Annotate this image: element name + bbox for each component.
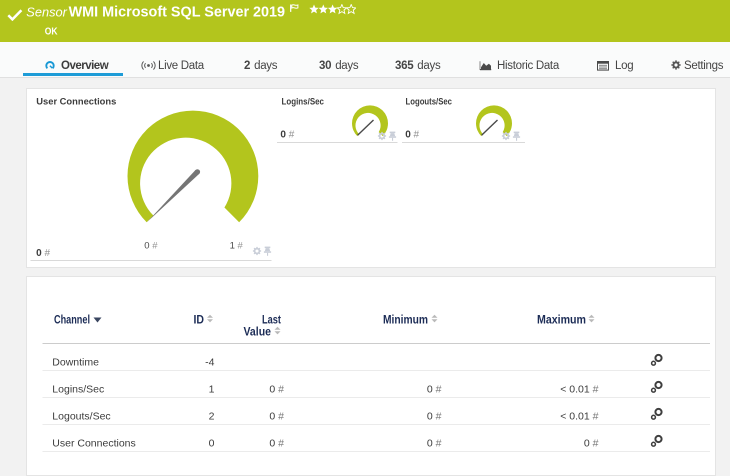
- svg-text:< 0.01 #: < 0.01 #: [560, 411, 598, 423]
- svg-text:0 #: 0 #: [269, 411, 284, 423]
- svg-text:WMI Microsoft SQL Server 2019: WMI Microsoft SQL Server 2019: [69, 4, 285, 20]
- svg-text:Logouts/Sec: Logouts/Sec: [406, 96, 453, 107]
- svg-text:OK: OK: [45, 27, 58, 38]
- svg-text:0 #: 0 #: [144, 240, 158, 251]
- svg-text:< 0.01 #: < 0.01 #: [560, 384, 598, 396]
- svg-text:Channel: Channel: [54, 315, 90, 327]
- svg-text:Last: Last: [262, 315, 281, 327]
- svg-text:0 #: 0 #: [36, 248, 50, 259]
- svg-text:0 #: 0 #: [280, 130, 294, 141]
- svg-text:Sensor: Sensor: [26, 4, 67, 19]
- svg-text:User Connections: User Connections: [36, 96, 116, 107]
- svg-text:0 #: 0 #: [269, 384, 284, 396]
- svg-text:1: 1: [209, 384, 215, 396]
- svg-text:Logins/Sec: Logins/Sec: [52, 384, 104, 396]
- svg-text:Logins/Sec: Logins/Sec: [282, 96, 325, 107]
- svg-text:Logouts/Sec: Logouts/Sec: [52, 411, 110, 423]
- svg-text:Downtime: Downtime: [52, 357, 99, 369]
- svg-text:0 #: 0 #: [269, 438, 284, 450]
- svg-text:-4: -4: [205, 357, 214, 369]
- svg-text:0 #: 0 #: [405, 130, 419, 141]
- svg-text:0 #: 0 #: [427, 438, 442, 450]
- svg-text:Maximum: Maximum: [537, 315, 586, 327]
- svg-text:0 #: 0 #: [584, 438, 599, 450]
- svg-text:0 #: 0 #: [427, 411, 442, 423]
- svg-text:2: 2: [209, 411, 215, 423]
- svg-text:ID: ID: [194, 315, 205, 327]
- svg-text:Minimum: Minimum: [383, 315, 428, 327]
- svg-text:0 #: 0 #: [427, 384, 442, 396]
- svg-text:User Connections: User Connections: [52, 438, 135, 450]
- svg-text:Value: Value: [244, 327, 272, 339]
- svg-text:0: 0: [209, 438, 215, 450]
- svg-text:1 #: 1 #: [230, 240, 244, 251]
